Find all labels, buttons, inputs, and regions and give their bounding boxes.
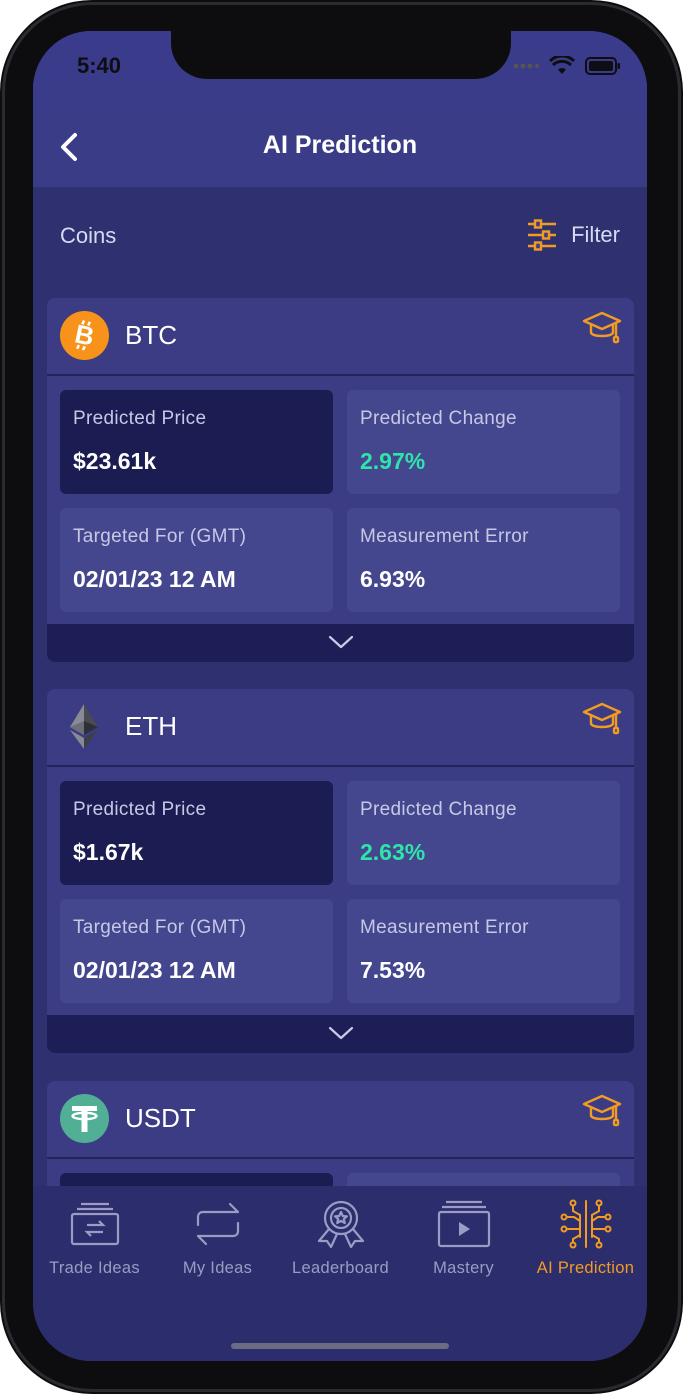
status-icons bbox=[513, 56, 621, 76]
tab-label: Trade Ideas bbox=[49, 1259, 140, 1277]
expand-card-button[interactable] bbox=[47, 624, 634, 662]
home-indicator[interactable] bbox=[231, 1343, 449, 1349]
measurement-error-tile: Measurement Error 7.53% bbox=[347, 899, 620, 1003]
measurement-error-label: Measurement Error bbox=[360, 917, 529, 938]
device-notch bbox=[171, 31, 511, 79]
predicted-price-tile: Predicted Price $1.67k bbox=[60, 781, 333, 885]
filter-label: Filter bbox=[571, 222, 620, 247]
card-header: ETH bbox=[47, 689, 634, 767]
leaderboard-icon bbox=[317, 1200, 364, 1249]
graduation-cap-icon[interactable] bbox=[582, 310, 622, 344]
predicted-change-value: 2.63% bbox=[360, 839, 426, 865]
my-ideas-icon bbox=[196, 1202, 239, 1246]
ai-prediction-icon bbox=[560, 1199, 611, 1249]
predicted-price-value: $1.67k bbox=[73, 839, 144, 865]
card-stats: Predicted Price $23.61k Predicted Change… bbox=[47, 376, 634, 624]
chevron-down-icon bbox=[328, 1026, 354, 1040]
card-header: B BTC bbox=[47, 298, 634, 376]
measurement-error-value: 7.53% bbox=[360, 957, 426, 983]
app-screen: 5:40 AI Prediction Coins Filter B BTC Pr… bbox=[33, 31, 647, 1361]
predicted-price-tile: Predicted Price $23.61k bbox=[60, 390, 333, 494]
coins-label: Coins bbox=[60, 223, 117, 248]
status-time: 5:40 bbox=[77, 53, 122, 78]
measurement-error-label: Measurement Error bbox=[360, 526, 529, 547]
coin-symbol: BTC bbox=[125, 320, 177, 350]
graduation-cap-icon[interactable] bbox=[582, 701, 622, 735]
targeted-for-label: Targeted For (GMT) bbox=[73, 526, 247, 547]
page-title: AI Prediction bbox=[262, 131, 418, 159]
coin-symbol: USDT bbox=[125, 1103, 196, 1133]
targeted-for-tile: Targeted For (GMT) 02/01/23 12 AM bbox=[60, 899, 333, 1003]
tab-label: Mastery bbox=[433, 1259, 494, 1277]
graduation-cap-icon[interactable] bbox=[582, 1093, 622, 1127]
filter-sliders-icon bbox=[528, 219, 557, 251]
predicted-change-label: Predicted Change bbox=[360, 408, 517, 429]
measurement-error-tile: Measurement Error 6.93% bbox=[347, 508, 620, 612]
expand-card-button[interactable] bbox=[47, 1015, 634, 1053]
targeted-for-value: 02/01/23 12 AM bbox=[73, 566, 236, 592]
predicted-change-tile: Predicted Change 2.63% bbox=[347, 781, 620, 885]
predicted-change-value: 2.97% bbox=[360, 448, 426, 474]
predicted-price-label: Predicted Price bbox=[73, 799, 207, 820]
tab-label: My Ideas bbox=[182, 1259, 253, 1277]
targeted-for-value: 02/01/23 12 AM bbox=[73, 957, 236, 983]
card-stats: Predicted Price $1.67k Predicted Change … bbox=[47, 767, 634, 1015]
filter-button[interactable]: Filter bbox=[527, 219, 620, 251]
top-bar: 5:40 AI Prediction bbox=[33, 31, 647, 187]
tab-label: AI Prediction bbox=[536, 1259, 635, 1277]
prediction-card-btc: B BTC Predicted Price $23.61k Predicted … bbox=[47, 298, 634, 662]
wifi-icon bbox=[549, 56, 575, 74]
card-header: USDT bbox=[47, 1081, 634, 1159]
tether-icon bbox=[60, 1094, 109, 1143]
battery-icon bbox=[585, 57, 620, 75]
measurement-error-value: 6.93% bbox=[360, 566, 426, 592]
bitcoin-icon: B bbox=[60, 311, 109, 360]
targeted-for-label: Targeted For (GMT) bbox=[73, 917, 247, 938]
phone-frame: 5:40 AI Prediction Coins Filter B BTC Pr… bbox=[0, 0, 683, 1394]
predicted-price-label: Predicted Price bbox=[73, 408, 207, 429]
ethereum-icon bbox=[70, 704, 98, 749]
prediction-card-eth: ETH Predicted Price $1.67k Predicted Cha… bbox=[47, 689, 634, 1053]
predicted-change-label: Predicted Change bbox=[360, 799, 517, 820]
prediction-card-usdt: USDT bbox=[47, 1081, 634, 1201]
predicted-change-tile: Predicted Change 2.97% bbox=[347, 390, 620, 494]
mastery-icon bbox=[437, 1200, 490, 1248]
cellular-icon bbox=[513, 63, 539, 69]
coins-filter-bar: Coins Filter bbox=[33, 187, 647, 299]
tab-label: Leaderboard bbox=[292, 1259, 389, 1277]
coin-symbol: ETH bbox=[125, 711, 177, 741]
bottom-tab-bar: Trade Ideas My Ideas Leaderboard Mastery… bbox=[33, 1186, 647, 1361]
predicted-price-value: $23.61k bbox=[73, 448, 157, 474]
targeted-for-tile: Targeted For (GMT) 02/01/23 12 AM bbox=[60, 508, 333, 612]
trade-ideas-icon bbox=[70, 1202, 119, 1246]
chevron-down-icon bbox=[328, 635, 354, 649]
